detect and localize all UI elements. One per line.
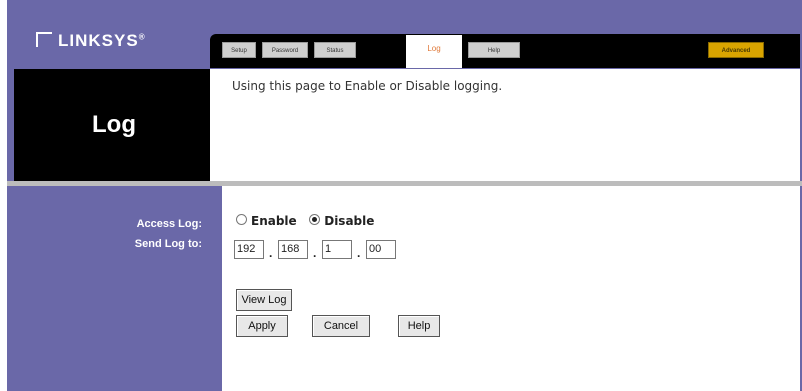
disable-radio[interactable]	[309, 214, 321, 225]
ip-separator: .	[357, 246, 361, 260]
tab-advanced[interactable]: Advanced	[708, 42, 764, 58]
apply-button[interactable]: Apply	[236, 315, 288, 337]
enable-option[interactable]: Enable	[236, 214, 297, 228]
enable-label: Enable	[251, 214, 297, 228]
ip-separator: .	[269, 246, 273, 260]
router-admin-page: LINKSYS® Setup Password Status Log Help …	[0, 0, 802, 391]
title-block: Log	[14, 69, 210, 181]
cancel-button[interactable]: Cancel	[312, 315, 370, 337]
send-log-label: Send Log to:	[134, 238, 202, 250]
logo-cell: LINKSYS®	[14, 7, 210, 69]
tab-help[interactable]: Help	[468, 42, 520, 58]
ip-octet-4-input[interactable]: 00	[366, 240, 396, 259]
access-log-label: Access Log:	[136, 218, 202, 230]
label-column: Access Log: Send Log to:	[14, 186, 210, 391]
tab-status[interactable]: Status	[314, 42, 356, 58]
view-log-button[interactable]: View Log	[236, 289, 292, 311]
tab-password[interactable]: Password	[262, 42, 308, 58]
linksys-logo: LINKSYS®	[36, 31, 146, 51]
logo-text: LINKSYS	[58, 31, 139, 50]
enable-radio[interactable]	[236, 214, 247, 225]
trademark: ®	[138, 32, 146, 42]
page-title: Log	[92, 111, 136, 138]
ip-octet-1-input[interactable]: 192	[234, 240, 264, 259]
linksys-mark-icon	[36, 32, 52, 47]
ip-octet-2-input[interactable]: 168	[278, 240, 308, 259]
help-button[interactable]: Help	[398, 315, 440, 337]
tab-setup[interactable]: Setup	[222, 42, 256, 58]
page-description: Using this page to Enable or Disable log…	[232, 79, 503, 93]
disable-label: Disable	[324, 214, 375, 228]
access-log-radio-group: Enable Disable	[236, 214, 374, 228]
ip-separator: .	[313, 246, 317, 260]
disable-option[interactable]: Disable	[309, 214, 374, 228]
settings-panel: Enable Disable 192 . 168 . 1 . 00 View L…	[222, 186, 800, 391]
tab-log[interactable]: Log	[406, 35, 462, 68]
tab-bar: Setup Password Status Log Help Advanced	[210, 34, 800, 68]
ip-octet-3-input[interactable]: 1	[322, 240, 352, 259]
description-area: Using this page to Enable or Disable log…	[210, 69, 800, 181]
